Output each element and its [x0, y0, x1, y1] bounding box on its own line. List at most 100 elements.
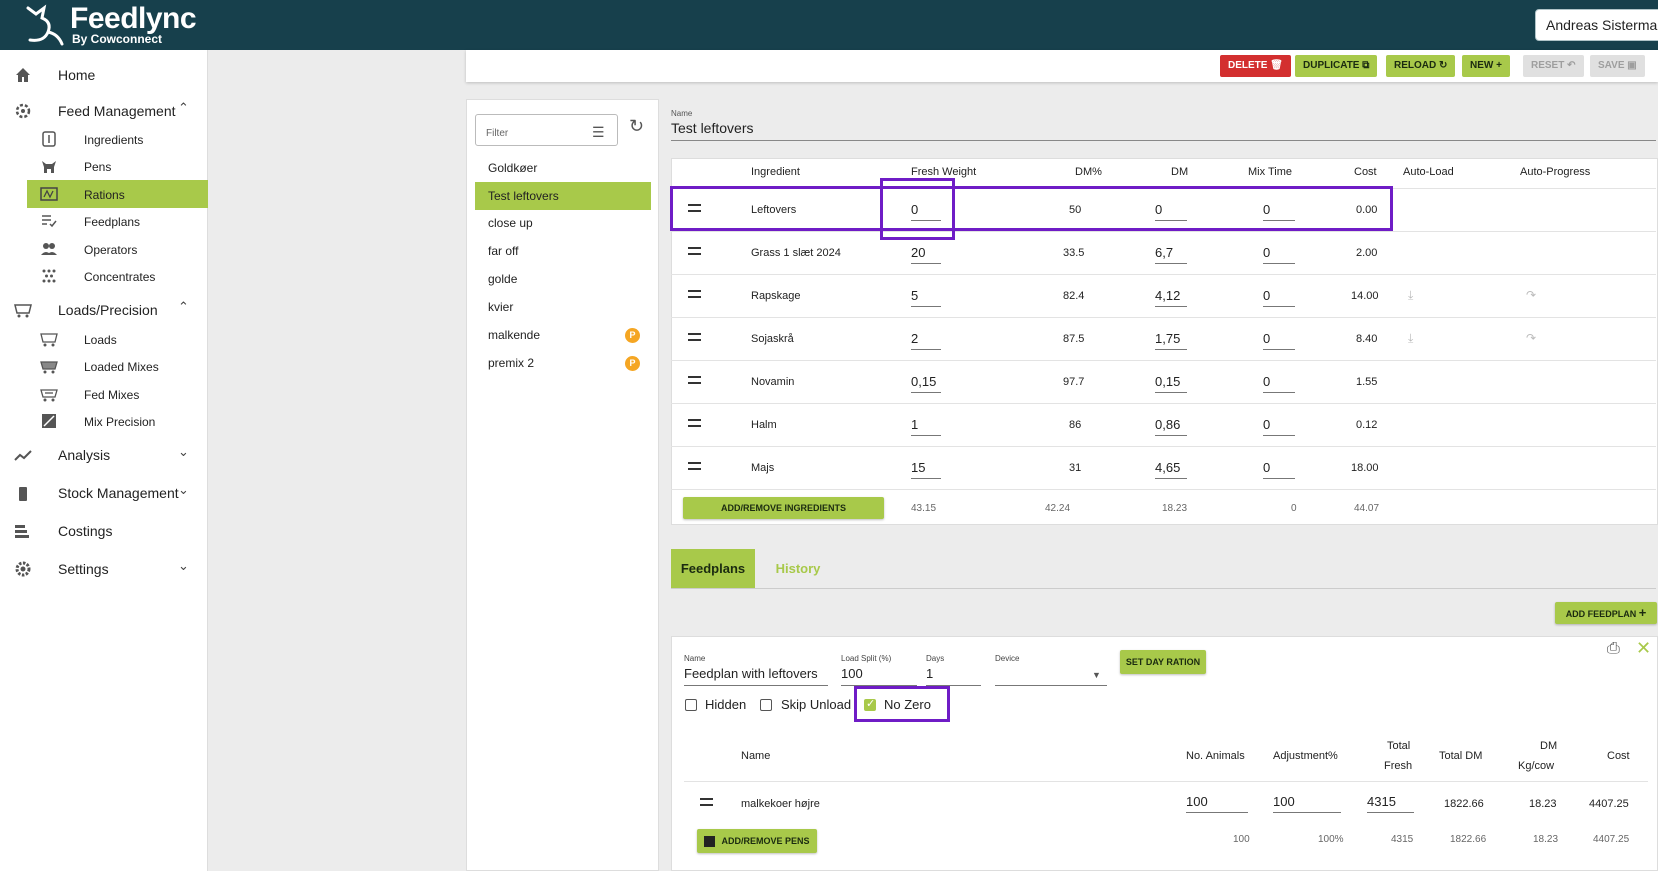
- dm-input[interactable]: 4,65: [1155, 459, 1187, 479]
- list-item[interactable]: Test leftovers: [475, 182, 651, 210]
- total-adjustment: 100%: [1318, 834, 1344, 845]
- add-remove-pens-button[interactable]: ADD/REMOVE PENS: [697, 829, 817, 853]
- fresh-weight-input[interactable]: 15: [911, 459, 941, 479]
- ingredient-name: Sojaskrå: [751, 333, 794, 345]
- sidebar-item-settings[interactable]: Settings ⌄: [0, 554, 208, 584]
- close-icon[interactable]: ✕: [1636, 638, 1651, 659]
- adjustment-input[interactable]: 100: [1273, 793, 1341, 813]
- dm-input[interactable]: 1,75: [1155, 330, 1187, 350]
- fresh-weight-input[interactable]: 20: [911, 244, 941, 264]
- reload-label: RELOAD: [1394, 60, 1437, 71]
- sidebar-item-loads[interactable]: Loads: [27, 325, 208, 353]
- mix-time-input[interactable]: 0: [1263, 373, 1295, 393]
- load-split-input[interactable]: 100: [841, 666, 863, 681]
- tab-feedplans[interactable]: Feedplans: [671, 549, 755, 589]
- fresh-weight-input[interactable]: 0,15: [911, 373, 941, 393]
- sidebar-item-concentrates[interactable]: Concentrates: [27, 262, 208, 290]
- sidebar-item-feed-management[interactable]: Feed Management ⌃: [0, 96, 208, 126]
- list-item[interactable]: close up: [475, 209, 651, 237]
- user-menu-button[interactable]: Andreas Sisterman: [1535, 9, 1658, 41]
- drag-handle-icon[interactable]: [688, 376, 701, 384]
- dm-input[interactable]: 4,12: [1155, 287, 1187, 307]
- dm-input[interactable]: 0,86: [1155, 416, 1187, 436]
- feedplan-name-label: Name: [684, 654, 706, 663]
- new-button[interactable]: NEW +: [1462, 55, 1510, 77]
- sidebar-item-ingredients[interactable]: Ingredients: [27, 125, 208, 153]
- dm-input[interactable]: 6,7: [1155, 244, 1187, 264]
- list-item[interactable]: kvier: [475, 293, 651, 321]
- sidebar-item-fed-mixes[interactable]: Fed Mixes: [27, 380, 208, 408]
- skip-unload-checkbox[interactable]: [760, 699, 772, 711]
- sidebar-item-home[interactable]: Home: [0, 60, 208, 90]
- fresh-weight-input[interactable]: 5: [911, 287, 941, 307]
- list-item[interactable]: premix 2 P: [475, 349, 651, 377]
- dropdown-arrow-icon[interactable]: ▼: [1092, 670, 1101, 680]
- set-day-ration-button[interactable]: SET DAY RATION: [1120, 650, 1206, 674]
- col-dm-pct: DM%: [1075, 166, 1102, 178]
- mix-time-input[interactable]: 0: [1263, 330, 1295, 350]
- sidebar-item-label: Feed Management: [58, 103, 176, 119]
- days-input[interactable]: 1: [926, 666, 933, 681]
- filter-input[interactable]: Filter ☰: [475, 114, 618, 146]
- sidebar-item-operators[interactable]: Operators: [27, 235, 208, 263]
- sidebar-item-pens[interactable]: Pens: [27, 152, 208, 180]
- reload-button[interactable]: RELOAD ↻: [1386, 55, 1456, 77]
- col-dm-kg-line1: DM: [1540, 740, 1558, 752]
- sidebar-item-costings[interactable]: Costings: [0, 516, 208, 546]
- drag-handle-icon[interactable]: [700, 798, 713, 806]
- delete-button[interactable]: DELETE 🗑: [1220, 55, 1291, 77]
- mix-time-input[interactable]: 0: [1263, 244, 1295, 264]
- fresh-weight-input[interactable]: 2: [911, 330, 941, 350]
- total-fresh-input[interactable]: 4315: [1367, 793, 1414, 813]
- add-feedplan-button[interactable]: ADD FEEDPLAN +: [1555, 602, 1657, 624]
- auto-load-icon[interactable]: ⤓: [1408, 331, 1413, 346]
- sidebar-item-rations[interactable]: Rations: [27, 180, 208, 208]
- list-item[interactable]: Goldkøer: [475, 154, 651, 182]
- save-button[interactable]: SAVE ▣: [1590, 55, 1645, 77]
- drag-handle-icon[interactable]: [688, 247, 701, 255]
- mix-time-input[interactable]: 0: [1263, 459, 1295, 479]
- animals-input[interactable]: 100: [1186, 793, 1248, 813]
- drag-handle-icon[interactable]: [688, 333, 701, 341]
- dm-input[interactable]: 0,15: [1155, 373, 1187, 393]
- list-item[interactable]: far off: [475, 237, 651, 265]
- auto-progress-icon[interactable]: ↷: [1526, 288, 1536, 302]
- drag-handle-icon[interactable]: [688, 290, 701, 298]
- ration-name-input[interactable]: Test leftovers: [671, 120, 753, 136]
- mix-time-input[interactable]: 0: [1263, 416, 1295, 436]
- fed-wagon-icon: [40, 389, 58, 402]
- sidebar-item-stock-management[interactable]: Stock Management ⌄: [0, 478, 208, 508]
- pen-name: malkekoer højre: [741, 798, 820, 810]
- app-logo[interactable]: Feedlync By Cowconnect: [24, 2, 224, 48]
- drag-handle-icon[interactable]: [688, 462, 701, 470]
- sidebar-item-label: Ingredients: [84, 133, 144, 147]
- sidebar-item-mix-precision[interactable]: Mix Precision: [27, 407, 208, 435]
- duplicate-button[interactable]: DUPLICATE ⧉: [1295, 55, 1378, 77]
- hidden-checkbox[interactable]: [685, 699, 697, 711]
- costings-icon: [15, 525, 29, 538]
- auto-progress-icon[interactable]: ↷: [1526, 331, 1536, 345]
- feedplan-name-input[interactable]: Feedplan with leftovers: [684, 666, 818, 681]
- mix-time-input[interactable]: 0: [1263, 287, 1295, 307]
- auto-load-icon[interactable]: ⤓: [1408, 288, 1413, 303]
- pen-dm-kg: 18.23: [1529, 798, 1557, 810]
- sidebar-item-loaded-mixes[interactable]: Loaded Mixes: [27, 352, 208, 380]
- sidebar-item-analysis[interactable]: Analysis ⌄: [0, 440, 208, 470]
- undo-icon: ↶: [1567, 60, 1576, 71]
- tab-history[interactable]: History: [764, 549, 832, 589]
- list-item[interactable]: golde: [475, 265, 651, 293]
- add-remove-pens-label: ADD/REMOVE PENS: [721, 836, 810, 846]
- add-remove-ingredients-button[interactable]: ADD/REMOVE INGREDIENTS: [683, 497, 884, 519]
- list-item[interactable]: malkende P: [475, 321, 651, 349]
- cost-value: 14.00: [1351, 290, 1379, 302]
- refresh-icon[interactable]: ↻: [629, 116, 644, 137]
- ingredient-name: Rapskage: [751, 290, 801, 302]
- sidebar-item-loads-precision[interactable]: Loads/Precision ⌃: [0, 295, 208, 325]
- reset-button[interactable]: RESET ↶: [1523, 55, 1584, 77]
- drag-handle-icon[interactable]: [688, 419, 701, 427]
- fresh-weight-input[interactable]: 1: [911, 416, 941, 436]
- sidebar-item-feedplans[interactable]: Feedplans: [27, 207, 208, 235]
- print-icon[interactable]: ⎙: [1607, 640, 1620, 658]
- sidebar-item-label: Home: [58, 67, 96, 83]
- filter-icon[interactable]: ☰: [592, 124, 605, 141]
